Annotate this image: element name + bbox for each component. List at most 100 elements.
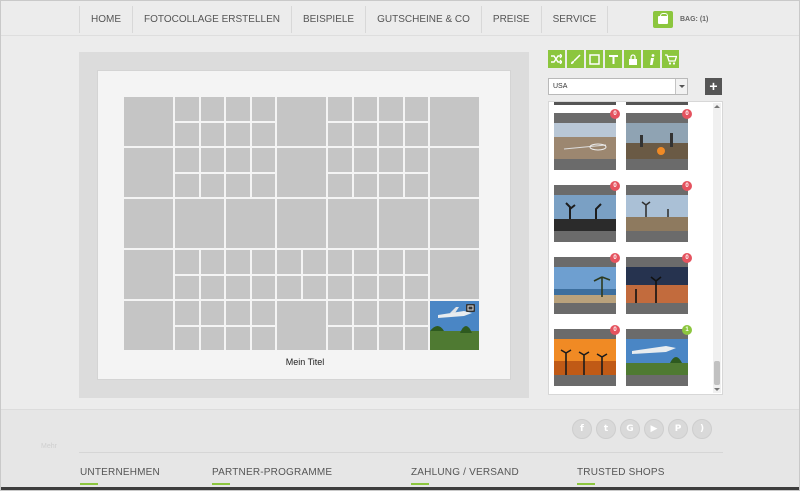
collage-small-cell[interactable] (404, 173, 428, 197)
nav-gutscheine[interactable]: GUTSCHEINE & CO (365, 6, 481, 33)
collage-small-cell[interactable] (353, 148, 377, 172)
album-select[interactable]: USA (548, 78, 688, 95)
collage-small-cell[interactable] (226, 122, 250, 146)
collage-small-cell[interactable] (226, 173, 250, 197)
collage-small-cell[interactable] (251, 173, 275, 197)
collage-title[interactable]: Mein Titel (98, 357, 512, 367)
collage-small-cell[interactable] (379, 275, 403, 299)
collage-small-cell[interactable] (175, 173, 199, 197)
collage-small-cell[interactable] (328, 326, 352, 350)
collage-small-cell[interactable] (328, 148, 352, 172)
collage-small-cell[interactable] (251, 301, 275, 325)
collage-small-cell[interactable] (404, 326, 428, 350)
collage-small-cell[interactable] (353, 97, 377, 121)
pinterest-icon[interactable]: P (668, 419, 688, 439)
collage-small-cell[interactable] (226, 148, 250, 172)
facebook-icon[interactable]: f (572, 419, 592, 439)
collage-small-cell[interactable] (353, 122, 377, 146)
collage-small-cell[interactable] (277, 250, 301, 274)
collage-small-cell[interactable] (302, 275, 326, 299)
collage-small-cell[interactable] (251, 250, 275, 274)
nav-preise[interactable]: PREISE (480, 6, 541, 33)
collage-small-cell[interactable] (404, 301, 428, 325)
collage-small-cell[interactable] (328, 275, 352, 299)
photo-thumbnail[interactable]: 0 (554, 181, 620, 242)
collage-small-cell[interactable] (379, 326, 403, 350)
collage-cell[interactable] (277, 97, 326, 146)
collage-small-cell[interactable] (175, 301, 199, 325)
collage-small-cell[interactable] (251, 148, 275, 172)
collage-small-cell[interactable] (200, 173, 224, 197)
collage-cell[interactable] (124, 250, 173, 299)
collage-small-cell[interactable] (226, 250, 250, 274)
youtube-icon[interactable]: ▶ (644, 419, 664, 439)
collage-small-cell[interactable] (379, 250, 403, 274)
scrollbar-thumb[interactable] (714, 361, 720, 385)
nav-home[interactable]: HOME (79, 6, 132, 33)
collage-small-cell[interactable] (200, 326, 224, 350)
collage-small-cell[interactable] (404, 250, 428, 274)
gallery-scrollbar[interactable] (713, 103, 721, 393)
add-photos-button[interactable]: + (705, 78, 722, 95)
collage-cell[interactable] (277, 301, 326, 350)
collage-small-cell[interactable] (404, 97, 428, 121)
collage-small-cell[interactable] (200, 250, 224, 274)
collage-cell[interactable] (430, 97, 479, 146)
nav-service[interactable]: SERVICE (540, 6, 609, 33)
frame-button[interactable] (586, 50, 603, 68)
collage-cell[interactable] (175, 199, 224, 248)
photo-thumbnail[interactable]: 0 (554, 325, 620, 386)
collage-cell[interactable] (430, 148, 479, 197)
collage-cell[interactable] (430, 250, 479, 299)
collage-small-cell[interactable] (379, 173, 403, 197)
collage-small-cell[interactable] (251, 122, 275, 146)
photo-thumbnail[interactable]: 0 (626, 253, 692, 314)
collage-cell[interactable] (328, 199, 377, 248)
collage-small-cell[interactable] (175, 122, 199, 146)
collage-cell[interactable] (277, 148, 326, 197)
collage-small-cell[interactable] (175, 326, 199, 350)
collage-cell[interactable] (430, 199, 479, 248)
footer-more-link[interactable]: Mehr (41, 443, 57, 450)
collage-small-cell[interactable] (328, 97, 352, 121)
collage-small-cell[interactable] (328, 250, 352, 274)
collage-small-cell[interactable] (251, 275, 275, 299)
collage-small-cell[interactable] (379, 148, 403, 172)
photo-thumbnail[interactable]: 1 (626, 325, 692, 386)
info-button[interactable] (643, 50, 660, 68)
collage-small-cell[interactable] (175, 250, 199, 274)
collage-small-cell[interactable] (200, 301, 224, 325)
photo-thumbnail[interactable]: 0 (554, 109, 620, 170)
brush-button[interactable] (567, 50, 584, 68)
collage-small-cell[interactable] (200, 122, 224, 146)
collage-small-cell[interactable] (379, 122, 403, 146)
collage-cell[interactable] (277, 199, 326, 248)
collage-small-cell[interactable] (251, 326, 275, 350)
collage-small-cell[interactable] (226, 97, 250, 121)
collage-small-cell[interactable] (175, 148, 199, 172)
photo-thumbnail[interactable]: 0 (626, 109, 692, 170)
collage-small-cell[interactable] (251, 97, 275, 121)
collage-small-cell[interactable] (328, 301, 352, 325)
collage-small-cell[interactable] (175, 97, 199, 121)
text-button[interactable] (605, 50, 622, 68)
collage-small-cell[interactable] (200, 148, 224, 172)
collage-small-cell[interactable] (404, 148, 428, 172)
collage-small-cell[interactable] (328, 122, 352, 146)
collage-small-cell[interactable] (353, 301, 377, 325)
collage-small-cell[interactable] (404, 275, 428, 299)
collage-small-cell[interactable] (277, 275, 301, 299)
nav-beispiele[interactable]: BEISPIELE (290, 6, 365, 33)
collage-small-cell[interactable] (379, 301, 403, 325)
collage-small-cell[interactable] (175, 275, 199, 299)
collage-small-cell[interactable] (226, 326, 250, 350)
shopping-bag-button[interactable]: BAG: (1) (653, 10, 708, 28)
twitter-icon[interactable]: t (596, 419, 616, 439)
scroll-up-icon[interactable] (714, 105, 720, 108)
google-icon[interactable]: G (620, 419, 640, 439)
collage-cell[interactable] (226, 199, 275, 248)
collage-small-cell[interactable] (226, 301, 250, 325)
collage-small-cell[interactable] (302, 250, 326, 274)
lock-button[interactable] (624, 50, 641, 68)
photo-thumbnail[interactable]: 0 (554, 253, 620, 314)
